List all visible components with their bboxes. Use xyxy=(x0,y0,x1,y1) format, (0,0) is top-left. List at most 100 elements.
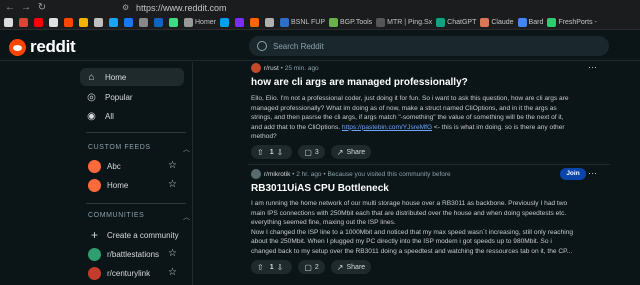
bookmark-favicon-icon xyxy=(34,18,43,27)
post-body-line: I am running the home network of our mul… xyxy=(251,200,568,207)
bookmark-item[interactable] xyxy=(79,17,90,29)
bookmark-item[interactable]: FreshPorts - xyxy=(547,17,597,29)
star-icon[interactable]: ☆ xyxy=(168,267,177,278)
custom-feed-item[interactable]: Home ☆ xyxy=(80,176,184,194)
star-icon[interactable]: ☆ xyxy=(168,248,177,259)
share-button[interactable]: ↗ Share xyxy=(330,145,372,159)
downvote-icon[interactable]: ⇩ xyxy=(277,148,284,157)
custom-feed-label: Abc xyxy=(107,161,121,171)
community-item[interactable]: r/centurylink ☆ xyxy=(80,264,184,282)
bookmark-item[interactable]: MTR | Ping.Sx xyxy=(376,17,432,29)
post-body-line: about the 250Mbit. When I plugged my PC … xyxy=(251,238,552,245)
community-label: r/centurylink xyxy=(107,268,151,278)
post-body-line: managed professionally? What im doing as… xyxy=(251,104,557,112)
plus-icon: + xyxy=(90,227,98,242)
star-icon[interactable]: ☆ xyxy=(168,179,177,190)
post-title[interactable]: how are cli args are managed professiona… xyxy=(251,77,468,88)
bookmark-item[interactable] xyxy=(235,17,246,29)
post-body[interactable]: I am running the home network of our mul… xyxy=(251,199,591,256)
create-community-button[interactable]: + Create a community xyxy=(80,226,184,244)
community-item[interactable]: r/battlestations ☆ xyxy=(80,245,184,263)
vote-control: ⇧ 1 ⇩ xyxy=(251,260,293,274)
post-actions: ⇧ 1 ⇩ ▢ 2 ↗ Share xyxy=(251,260,377,274)
chevron-up-icon: ︿ xyxy=(183,146,191,153)
share-icon: ↗ xyxy=(336,147,344,157)
bookmark-label: Homer xyxy=(195,19,217,26)
more-options-icon[interactable]: ··· xyxy=(588,168,597,178)
back-icon[interactable]: ← xyxy=(4,2,16,14)
post-time: 25 min. ago xyxy=(284,64,319,72)
post-body[interactable]: Ello, Elio. I'm not a professional coder… xyxy=(251,94,591,142)
star-icon[interactable]: ☆ xyxy=(168,160,177,171)
bookmark-item[interactable] xyxy=(124,17,135,29)
post-link[interactable]: https://pastebin.com/YJsreMfG xyxy=(342,124,432,131)
downvote-icon[interactable]: ⇩ xyxy=(277,263,284,272)
sidebar-item-home[interactable]: ⌂ Home xyxy=(80,68,184,86)
bookmark-item[interactable] xyxy=(94,17,105,29)
sidebar-divider xyxy=(86,203,186,204)
upvote-icon[interactable]: ⇧ xyxy=(257,148,264,157)
communities-heading[interactable]: COMMUNITIES ︿ xyxy=(88,212,190,221)
reddit-logo[interactable]: reddit xyxy=(9,37,76,57)
url-field[interactable]: ⚙ https://www.reddit.com xyxy=(120,1,636,15)
bookmark-item[interactable] xyxy=(154,17,165,29)
comment-icon: ▢ xyxy=(304,262,312,272)
comments-button[interactable]: ▢ 3 xyxy=(298,145,325,159)
bookmark-item[interactable] xyxy=(64,17,75,29)
comments-button[interactable]: ▢ 2 xyxy=(298,260,325,274)
custom-feed-item[interactable]: Abc ☆ xyxy=(80,157,184,175)
post-time: 2 hr. ago xyxy=(296,170,322,178)
sidebar-item-popular[interactable]: ◎ Popular xyxy=(80,88,184,106)
bookmark-favicon-icon xyxy=(280,18,290,27)
bookmark-item[interactable] xyxy=(4,17,15,29)
bookmark-item[interactable]: Homer xyxy=(184,17,216,29)
bookmark-favicon-icon xyxy=(184,18,193,27)
upvote-icon[interactable]: ⇧ xyxy=(257,263,264,272)
bookmark-item[interactable] xyxy=(34,17,45,29)
bookmark-item[interactable] xyxy=(109,17,120,29)
vote-count: 1 xyxy=(269,263,274,271)
sidebar-item-all[interactable]: ◉ All xyxy=(80,107,184,125)
forward-icon[interactable]: → xyxy=(20,2,32,14)
bookmark-item[interactable] xyxy=(265,17,276,29)
post-body-line: and add that to the CliOptions. https://… xyxy=(251,123,591,133)
site-info-icon[interactable]: ⚙ xyxy=(122,3,132,13)
bookmark-label: Claude xyxy=(491,19,514,26)
reload-icon[interactable]: ↻ xyxy=(36,2,48,14)
bookmark-item[interactable]: BGP.Tools xyxy=(329,17,372,29)
bookmark-favicon-icon xyxy=(436,18,446,27)
join-button[interactable]: Join xyxy=(560,168,586,180)
bookmark-favicon-icon xyxy=(265,18,275,27)
left-sidebar: ⌂ Home ◎ Popular ◉ All CUSTOM FEEDS ︿ Ab… xyxy=(80,62,193,285)
bookmark-label: Bard xyxy=(528,19,544,26)
subreddit-avatar[interactable] xyxy=(251,169,261,179)
bookmark-favicon-icon xyxy=(154,18,163,27)
subreddit-avatar[interactable] xyxy=(251,63,261,73)
bookmark-favicon-icon xyxy=(250,18,260,27)
post-body-line: everything seemed fine, maxing out the I… xyxy=(251,219,396,226)
subreddit-name[interactable]: r/rust xyxy=(264,65,279,72)
bookmark-item[interactable]: Claude xyxy=(480,17,514,29)
bookmark-item[interactable] xyxy=(169,17,180,29)
sidebar-item-label: All xyxy=(105,111,114,121)
bookmark-item[interactable]: Bard xyxy=(517,17,544,29)
search-bar[interactable] xyxy=(249,36,609,56)
bookmark-item[interactable] xyxy=(250,17,261,29)
search-input[interactable] xyxy=(273,41,573,51)
logo-text: reddit xyxy=(30,37,76,56)
post-body-line: strings, and then pasrse the cli args, i… xyxy=(251,114,564,121)
post-title[interactable]: RB3011UiAS CPU Bottleneck xyxy=(251,183,389,194)
bookmark-item[interactable] xyxy=(49,17,60,29)
comment-count: 2 xyxy=(314,263,319,271)
more-options-icon[interactable]: ··· xyxy=(588,62,597,72)
bookmark-item[interactable] xyxy=(19,17,30,29)
bookmark-item[interactable] xyxy=(220,17,231,29)
bookmark-favicon-icon xyxy=(124,18,133,27)
share-button[interactable]: ↗ Share xyxy=(330,260,372,274)
community-avatar xyxy=(88,266,101,280)
subreddit-name[interactable]: r/mikrotik xyxy=(264,171,290,178)
bookmark-item[interactable]: BSNL FUP xyxy=(280,17,325,29)
custom-feeds-heading[interactable]: CUSTOM FEEDS ︿ xyxy=(88,144,190,153)
bookmark-item[interactable]: ChatGPT xyxy=(436,17,476,29)
bookmark-item[interactable] xyxy=(139,17,150,29)
